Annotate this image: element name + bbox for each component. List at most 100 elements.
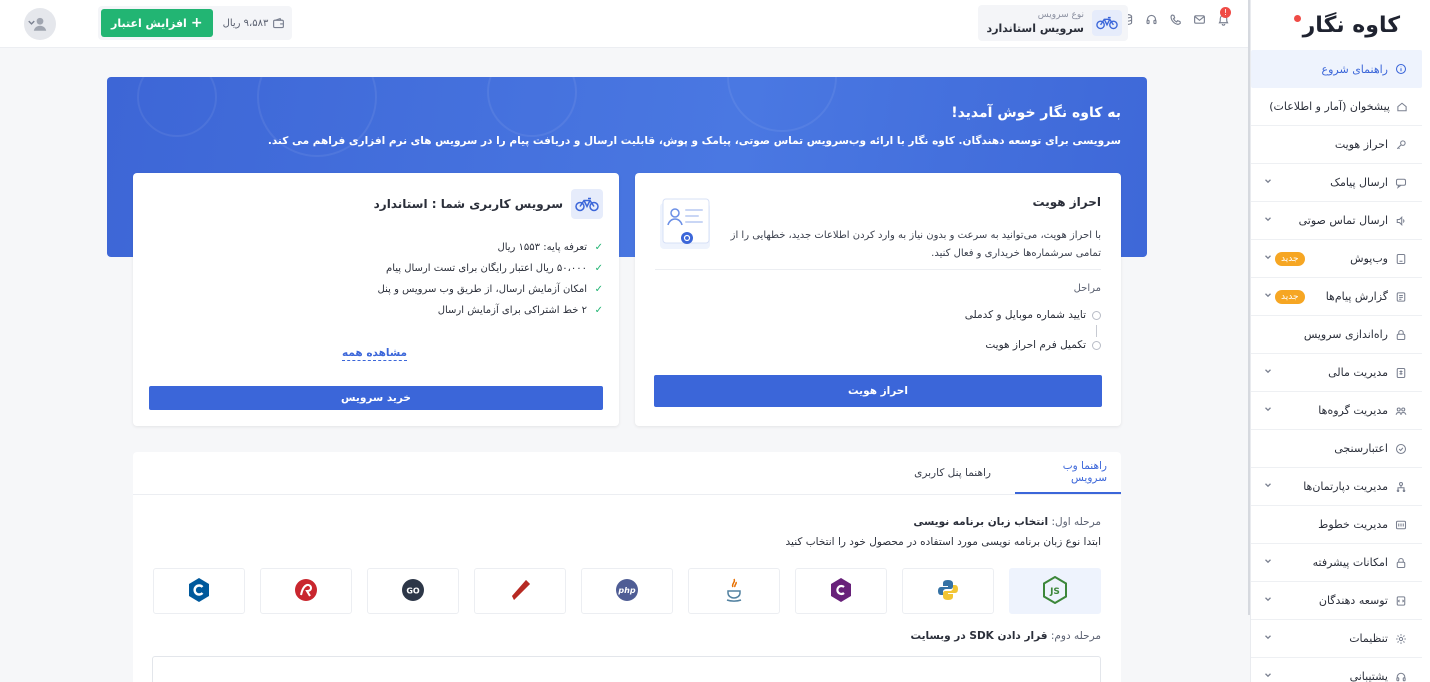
step2-prefix: مرحله دوم:: [1050, 630, 1101, 642]
svg-text:JS: JS: [1049, 587, 1060, 597]
sidebar-item[interactable]: مدیریت خطوط: [1251, 506, 1422, 544]
logo-text: کاوه نگار: [1302, 12, 1401, 38]
step2-title: قرار دادن SDK در وبسایت: [910, 630, 1048, 642]
python-icon: [936, 578, 960, 605]
credit-box: ۹،۵۸۳ ریال + افزایش اعتبار: [98, 6, 293, 40]
auth-step-1: تایید شماره موبایل و کدملی: [965, 309, 1101, 321]
service-text: نوع سرویس سرویس استاندارد: [987, 10, 1084, 36]
language-option[interactable]: [688, 568, 780, 614]
banner-decoration: [727, 77, 837, 132]
auth-card: احراز هویت با احراز هویت، می‌توانید به س…: [635, 173, 1121, 426]
sidebar-item[interactable]: راه‌اندازی سرویس: [1251, 316, 1422, 354]
new-badge: جدید: [1275, 289, 1305, 304]
nodejs-icon: JS: [1042, 575, 1068, 607]
logo-dot: [1293, 14, 1301, 22]
headset-icon[interactable]: [1144, 12, 1158, 26]
sidebar-item-label: راه‌اندازی سرویس: [1303, 328, 1388, 341]
add-credit-button[interactable]: + افزایش اعتبار: [101, 9, 213, 37]
sidebar-item[interactable]: مدیریت مالی: [1251, 354, 1422, 392]
sidebar-item[interactable]: پیشخوان (آمار و اطلاعات): [1251, 88, 1422, 126]
sidebar-item[interactable]: ارسال تماس صوتی: [1251, 202, 1422, 240]
language-option[interactable]: [474, 568, 566, 614]
buy-service-button[interactable]: خرید سرویس: [149, 386, 603, 410]
perl-icon: [293, 577, 319, 606]
sidebar-item[interactable]: تنظیمات: [1251, 620, 1422, 658]
language-option[interactable]: [795, 568, 887, 614]
scrollbar[interactable]: [1248, 0, 1250, 615]
chevron-down-icon: [1261, 556, 1275, 569]
sidebar-item-label: مدیریت مالی: [1328, 366, 1388, 379]
sidebar-item[interactable]: اعتبارسنجی: [1251, 430, 1422, 468]
service-card-title: سرویس کاربری شما : استاندارد: [373, 197, 563, 211]
sidebar-item-label: مدیریت دپارتمان‌ها: [1303, 480, 1388, 493]
step-circle: [1092, 310, 1101, 320]
sidebar-item[interactable]: امکانات پیشرفته: [1251, 544, 1422, 582]
sidebar-item[interactable]: توسعه دهندگان: [1251, 582, 1422, 620]
mail-icon[interactable]: [1192, 12, 1206, 26]
go-icon: GO: [400, 577, 426, 606]
tab-webservice-guide[interactable]: راهنما وب سرویس: [1015, 452, 1121, 494]
sidebar-item-label: احراز هویت: [1334, 138, 1388, 151]
auth-step-2: تکمیل فرم احراز هویت: [985, 339, 1101, 351]
chevron-down-icon: [1261, 366, 1275, 379]
chevron-down-icon: [1261, 480, 1275, 493]
verify-identity-button[interactable]: احراز هویت: [654, 375, 1102, 407]
sidebar-item-label: پیشخوان (آمار و اطلاعات): [1269, 100, 1390, 113]
chevron-down-icon[interactable]: [26, 17, 37, 31]
feature-text: ۵۰،۰۰۰ ریال اعتبار رایگان برای تست ارسال…: [386, 263, 587, 274]
wallet-icon: [273, 17, 285, 28]
sidebar-item[interactable]: احراز هویت: [1251, 126, 1422, 164]
chevron-down-icon: [1261, 594, 1275, 607]
step1-title: انتخاب زبان برنامه نویسی: [913, 516, 1049, 528]
lock-icon: [1394, 556, 1408, 570]
bell-icon[interactable]: !: [1216, 7, 1231, 26]
report-icon: [1394, 290, 1408, 304]
sidebar: کاوه نگار راهنمای شروع پیشخوان (آمار و اط…: [1250, 0, 1430, 682]
new-badge: جدید: [1275, 251, 1305, 266]
java-icon: [724, 577, 744, 606]
language-option[interactable]: JS: [1009, 568, 1101, 614]
sidebar-item[interactable]: گزارش پیام‌ها جدید: [1251, 278, 1422, 316]
language-option[interactable]: php: [581, 568, 673, 614]
feature-item: ✓ تعرفه پایه: ۱۵۵۳ ریال: [378, 237, 603, 258]
language-list: JS php GO: [153, 568, 1101, 614]
credit-balance: ۹،۵۸۳ ریال: [219, 17, 290, 30]
add-credit-label: افزایش اعتبار: [111, 16, 187, 30]
feature-item: ✓ ۲ خط اشتراکی برای آزمایش ارسال: [378, 300, 603, 321]
feature-text: تعرفه پایه: ۱۵۵۳ ریال: [497, 242, 587, 253]
sidebar-item[interactable]: پشتیبانی: [1251, 658, 1422, 682]
step1-prefix: مرحله اول:: [1051, 516, 1101, 528]
auth-card-description: با احراز هویت، می‌توانید به سرعت و بدون …: [730, 230, 1101, 259]
sidebar-item[interactable]: راهنمای شروع: [1251, 50, 1422, 88]
chevron-down-icon: [1261, 632, 1275, 645]
sidebar-item[interactable]: مدیریت دپارتمان‌ها: [1251, 468, 1422, 506]
language-option[interactable]: [153, 568, 245, 614]
language-option[interactable]: [902, 568, 994, 614]
chevron-down-icon: [1261, 214, 1275, 227]
service-type-box[interactable]: نوع سرویس سرویس استاندارد: [978, 5, 1128, 41]
sidebar-item-label: راهنمای شروع: [1321, 62, 1388, 76]
see-all-link[interactable]: مشاهده همه: [341, 347, 407, 361]
csharp-icon: [829, 577, 853, 606]
language-option[interactable]: [260, 568, 352, 614]
php-icon: php: [614, 577, 640, 606]
tab-panel-guide[interactable]: راهنما پنل کاربری: [890, 452, 1015, 494]
feature-item: ✓قابلیت ارسال به دیگران پس از احراز هویت: [378, 321, 603, 325]
phone-icon[interactable]: [1168, 12, 1182, 26]
check-icon: ✓: [594, 263, 603, 274]
logo[interactable]: کاوه نگار: [1251, 0, 1430, 50]
lock-icon: [1394, 328, 1408, 342]
sidebar-item[interactable]: مدیریت گروه‌ها: [1251, 392, 1422, 430]
lines-icon: [1394, 518, 1408, 532]
home-icon: [1396, 100, 1408, 114]
language-option[interactable]: GO: [367, 568, 459, 614]
step-label: تایید شماره موبایل و کدملی: [964, 309, 1086, 321]
steps-label: مراحل: [1073, 283, 1101, 294]
sidebar-item[interactable]: ارسال پیامک: [1251, 164, 1422, 202]
banner-decoration: [487, 77, 577, 137]
sidebar-item-label: ارسال پیامک: [1330, 176, 1388, 189]
gear-icon: [1394, 632, 1408, 646]
headset-icon: [1394, 670, 1408, 682]
feature-text: ۲ خط اشتراکی برای آزمایش ارسال: [437, 305, 587, 316]
sidebar-item[interactable]: وب‌پوش جدید: [1251, 240, 1422, 278]
